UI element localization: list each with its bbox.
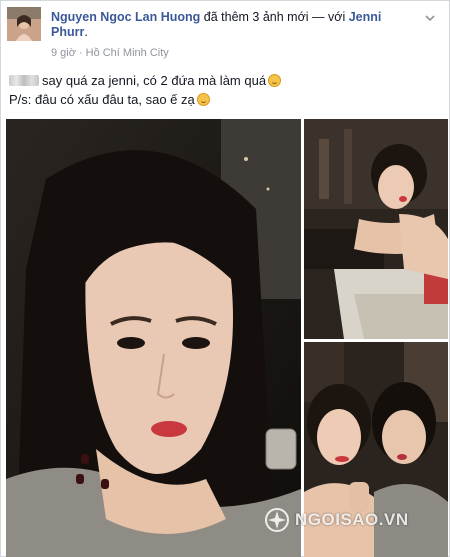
watermark: NGOISAO.VN bbox=[263, 506, 409, 534]
tagged-suffix: . bbox=[84, 25, 88, 39]
chevron-down-icon[interactable] bbox=[423, 11, 437, 25]
blurred-mention bbox=[9, 75, 39, 86]
author-name-link[interactable]: Nguyen Ngoc Lan Huong bbox=[51, 10, 200, 24]
post-location-link[interactable]: Hồ Chí Minh City bbox=[86, 47, 169, 59]
photo-jenni-couch[interactable] bbox=[304, 119, 448, 339]
post-text-line-1: say quá za jenni, có 2 đứa mà làm quá bbox=[9, 71, 439, 90]
author-avatar[interactable] bbox=[7, 7, 41, 41]
post-text-line-2: P/s: đâu có xấu đâu ta, sao ế zạ bbox=[9, 90, 439, 109]
post-action-text: đã thêm 3 ảnh mới — với bbox=[200, 10, 349, 24]
meta-separator: · bbox=[78, 47, 83, 59]
post-text-2: P/s: đâu có xấu đâu ta, sao ế zạ bbox=[9, 92, 195, 107]
smiley-icon bbox=[268, 74, 282, 87]
post-card: Nguyen Ngoc Lan Huong đã thêm 3 ảnh mới … bbox=[0, 0, 450, 557]
smiley-icon bbox=[196, 93, 210, 106]
watermark-text: NGOISAO.VN bbox=[295, 510, 409, 529]
watermark-logo-icon bbox=[265, 508, 289, 532]
post-header: Nguyen Ngoc Lan Huong đã thêm 3 ảnh mới … bbox=[51, 10, 411, 40]
photo-selfie-main[interactable] bbox=[6, 119, 301, 557]
post-time-link[interactable]: 9 giờ bbox=[51, 47, 76, 59]
post-text-1: say quá za jenni, có 2 đứa mà làm quá bbox=[42, 73, 267, 88]
post-meta: 9 giờ · Hồ Chí Minh City bbox=[51, 47, 169, 59]
post-body: say quá za jenni, có 2 đứa mà làm quá P/… bbox=[9, 71, 439, 109]
